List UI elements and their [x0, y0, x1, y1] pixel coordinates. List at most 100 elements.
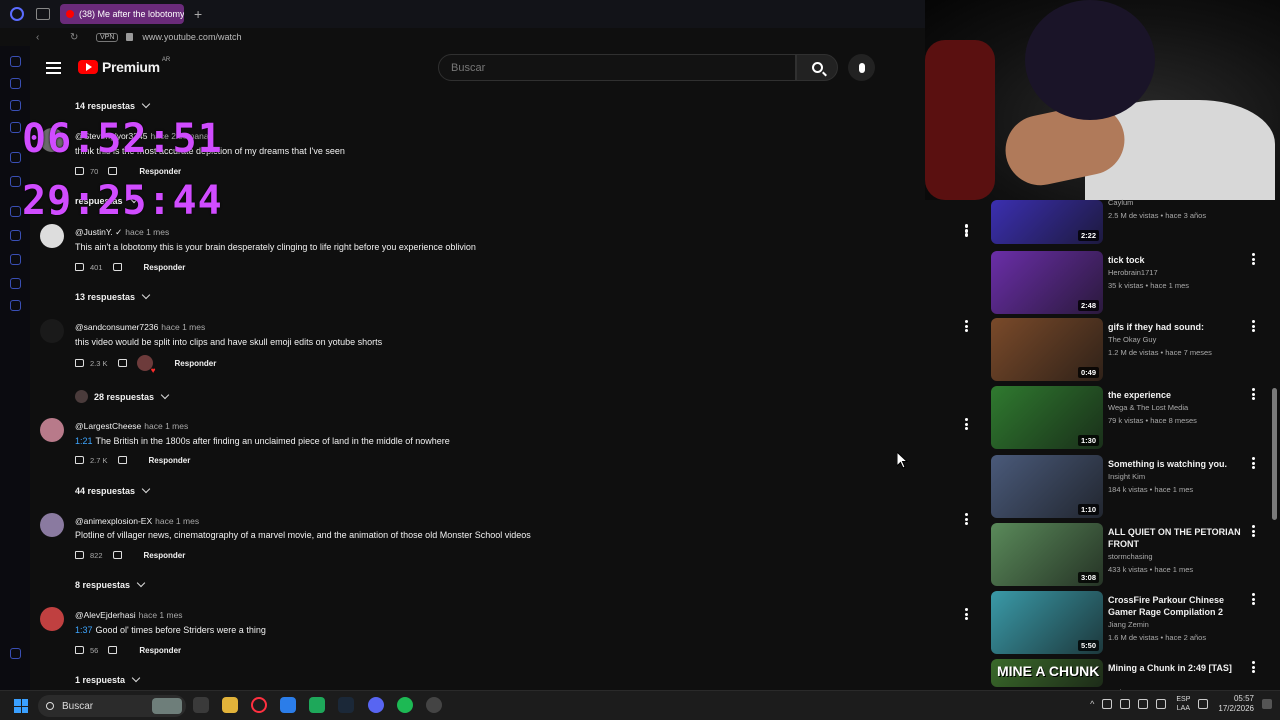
sidebar-x-icon[interactable]: [10, 176, 21, 187]
rec-thumbnail[interactable]: 0:49: [991, 318, 1103, 381]
new-tab-icon[interactable]: +: [194, 6, 202, 22]
rec-title[interactable]: Mining a Chunk in 2:49 [TAS]: [1108, 662, 1248, 674]
rec-menu-icon[interactable]: [1251, 388, 1256, 400]
discord-icon[interactable]: [368, 697, 384, 713]
dislike-icon[interactable]: [112, 551, 122, 559]
reply-button[interactable]: Responder: [175, 359, 217, 368]
rec-thumbnail[interactable]: 2:48: [991, 251, 1103, 314]
sidebar-extensions-icon[interactable]: [10, 278, 21, 289]
rec-title[interactable]: gifs if they had sound:: [1108, 321, 1248, 333]
rec-menu-icon[interactable]: [1251, 457, 1256, 469]
like-icon[interactable]: [75, 359, 84, 367]
replies-toggle[interactable]: 28 respuestas: [75, 390, 170, 403]
rec-thumbnail[interactable]: MINE A CHUNK: [991, 659, 1103, 687]
avatar[interactable]: [40, 224, 64, 248]
timestamp-link[interactable]: 1:21: [75, 436, 93, 446]
comment-menu-icon[interactable]: [964, 608, 969, 620]
language-indicator[interactable]: ESP LAA: [1176, 695, 1190, 713]
rec-channel[interactable]: The Okay Guy: [1108, 335, 1156, 344]
sidebar-home-icon[interactable]: [10, 56, 21, 67]
avatar[interactable]: [40, 319, 64, 343]
comment-author[interactable]: @LargestCheese: [75, 421, 141, 431]
rec-title[interactable]: Something is watching you.: [1108, 458, 1248, 470]
like-icon[interactable]: [75, 551, 84, 559]
dislike-icon[interactable]: [112, 263, 122, 271]
rec-thumbnail[interactable]: 3:08: [991, 523, 1103, 586]
spotify-icon[interactable]: [397, 697, 413, 713]
rec-thumbnail[interactable]: 1:10: [991, 455, 1103, 518]
back-icon[interactable]: ‹: [36, 32, 48, 43]
sidebar-bag-icon[interactable]: [10, 78, 21, 89]
comment-time[interactable]: hace 1 mes: [139, 610, 183, 620]
sidebar-history-icon[interactable]: [10, 254, 21, 265]
comment-time[interactable]: hace 1 mes: [144, 421, 188, 431]
opera-logo-icon[interactable]: [10, 7, 24, 21]
rec-title[interactable]: tick tock: [1108, 254, 1248, 266]
like-icon[interactable]: [75, 456, 84, 464]
app-tray-icon[interactable]: [1102, 699, 1113, 709]
comment-time[interactable]: hace 1 mes: [161, 322, 205, 332]
reply-button[interactable]: Responder: [144, 551, 186, 560]
menu-icon[interactable]: [46, 62, 61, 74]
reply-button[interactable]: Responder: [139, 646, 181, 655]
search-input[interactable]: Buscar: [438, 54, 796, 81]
replies-toggle[interactable]: 8 respuestas: [75, 578, 146, 590]
rec-menu-icon[interactable]: [1251, 593, 1256, 605]
youtube-premium-logo[interactable]: Premium AR: [78, 57, 170, 75]
comment-author[interactable]: @JustinY.: [75, 227, 113, 237]
comment-author[interactable]: @animexplosion-EX: [75, 516, 152, 526]
notepad-icon[interactable]: [280, 697, 296, 713]
replies-toggle[interactable]: 44 respuestas: [75, 484, 151, 496]
rec-menu-icon[interactable]: [964, 225, 969, 237]
windows-start-icon[interactable]: [14, 699, 28, 713]
replies-toggle[interactable]: 14 respuestas: [75, 99, 151, 111]
file-explorer-icon[interactable]: [222, 697, 238, 713]
creator-heart-icon[interactable]: [136, 355, 156, 375]
comment-time[interactable]: hace 1 mes: [125, 227, 169, 237]
voice-search-button[interactable]: [848, 54, 875, 81]
avatar[interactable]: [40, 513, 64, 537]
streamlabs-icon[interactable]: [309, 697, 325, 713]
reply-button[interactable]: Responder: [144, 263, 186, 272]
opera-gx-icon[interactable]: [251, 697, 267, 713]
vpn-badge[interactable]: VPN: [96, 32, 119, 42]
comment-author[interactable]: @sandconsumer7236: [75, 322, 158, 332]
sidebar-bookmark-icon[interactable]: [10, 230, 21, 241]
reload-icon[interactable]: ↻: [70, 32, 82, 43]
replies-toggle[interactable]: 13 respuestas: [75, 290, 151, 302]
rec-channel[interactable]: Herobrain1717: [1108, 268, 1158, 277]
rec-title[interactable]: the experience: [1108, 389, 1248, 401]
clock[interactable]: 05:57 17/2/2026: [1218, 694, 1254, 714]
rec-menu-icon[interactable]: [1251, 661, 1256, 673]
notifications-icon[interactable]: [1262, 699, 1272, 709]
replies-toggle[interactable]: 1 respuesta: [75, 673, 141, 685]
volume-icon[interactable]: [1156, 699, 1167, 709]
rec-menu-icon[interactable]: [1251, 320, 1256, 332]
rec-channel[interactable]: Caylum: [1108, 198, 1133, 207]
comment-author[interactable]: @AlevEjderhasi: [75, 610, 136, 620]
like-icon[interactable]: [75, 263, 84, 271]
mic-tray-icon[interactable]: [1138, 699, 1149, 709]
rec-thumbnail[interactable]: 2:22: [991, 200, 1103, 244]
reply-button[interactable]: Responder: [139, 167, 181, 176]
dislike-icon[interactable]: [117, 456, 127, 464]
rec-menu-icon[interactable]: [1251, 253, 1256, 265]
task-view-icon[interactable]: [193, 697, 209, 713]
search-button[interactable]: [796, 54, 838, 81]
sidebar-messenger-icon[interactable]: [10, 100, 21, 111]
like-icon[interactable]: [75, 167, 84, 175]
sidebar-gx-icon[interactable]: [10, 648, 21, 659]
obs-icon[interactable]: [426, 697, 442, 713]
rec-channel[interactable]: Jiang Zemin: [1108, 620, 1149, 629]
rec-channel[interactable]: stormchasing: [1108, 552, 1153, 561]
rec-channel[interactable]: Insight Kim: [1108, 472, 1145, 481]
comment-menu-icon[interactable]: [964, 418, 969, 430]
browser-tab-active[interactable]: (38) Me after the lobotomy: [60, 4, 184, 24]
chevron-up-icon[interactable]: ^: [1090, 699, 1094, 709]
rec-menu-icon[interactable]: [1251, 525, 1256, 537]
sidebar-discord-icon[interactable]: [10, 122, 21, 133]
network-icon[interactable]: [1198, 699, 1209, 709]
sidebar-settings-icon[interactable]: [10, 300, 21, 311]
reply-button[interactable]: Responder: [149, 456, 191, 465]
tab-island-icon[interactable]: [36, 8, 50, 20]
